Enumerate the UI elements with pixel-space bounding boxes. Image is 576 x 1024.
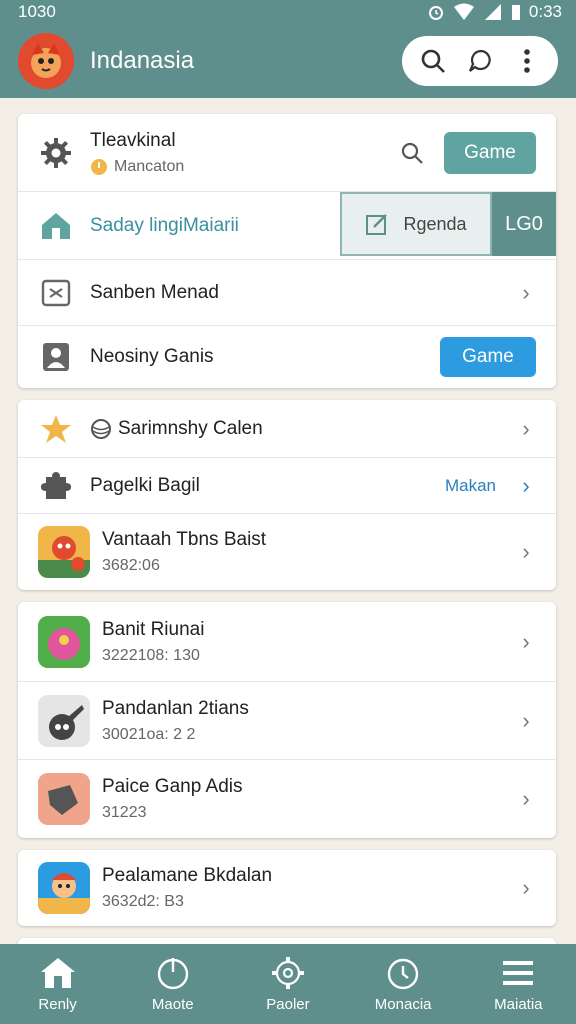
list-card-2: Sarimnshy Calen › Pagelki Bagil Makan › … <box>18 400 556 590</box>
clock-icon <box>387 958 419 989</box>
globe-icon <box>90 418 112 440</box>
battery-icon <box>511 3 521 21</box>
agenda-tabs: Rgenda LG0 <box>340 192 556 256</box>
status-time-right: 0:33 <box>528 2 562 21</box>
power-icon <box>157 957 188 989</box>
chevron-right-icon: › <box>522 472 530 498</box>
menu-icon <box>503 960 534 985</box>
settings-subtitle: Mancaton <box>114 157 185 175</box>
game-button[interactable]: Game <box>444 131 536 174</box>
item-sub: 3222108: 130 <box>102 646 200 664</box>
nav-label: Paoler <box>266 995 310 1013</box>
app-title: Vantaah Tbns Baist <box>102 529 267 550</box>
list-item[interactable]: Banit Riunai 3222108: 130 › <box>18 602 556 682</box>
nav-label: Monacia <box>374 995 432 1013</box>
item-title: Paice Ganp Adis <box>102 776 243 797</box>
puzzle-icon <box>38 468 74 504</box>
item-title: Pandanlan 2tians <box>102 697 249 719</box>
list-item[interactable]: Pealamane Bkdalan 3632d2: B3 › <box>18 850 556 926</box>
item-sub: 30021oa: 2 2 <box>102 725 196 743</box>
edit-icon <box>365 212 389 236</box>
settings-title: Tleavkinal <box>90 129 176 151</box>
alarm-icon <box>427 3 445 21</box>
favorites-label: Sarimnshy Calen <box>118 417 263 439</box>
nav-settings[interactable]: Paoler <box>238 956 338 1013</box>
tab-agenda[interactable]: Rgenda <box>340 192 492 256</box>
signal-icon <box>483 3 503 21</box>
star-icon <box>38 411 74 447</box>
favorites-row[interactable]: Sarimnshy Calen › <box>18 400 556 458</box>
settings-row[interactable]: Tleavkinal Mancaton Game <box>18 114 556 192</box>
app-thumbnail <box>38 773 90 825</box>
search-icon[interactable] <box>417 45 449 77</box>
settings-card: Tleavkinal Mancaton Game Saday lingiMaia… <box>18 114 556 388</box>
list-card-4: Pealamane Bkdalan 3632d2: B3 › <box>18 850 556 926</box>
chevron-right-icon: › <box>522 875 530 900</box>
wifi-icon <box>453 3 475 21</box>
list-item[interactable]: Paice Ganp Adis 31223 › <box>18 760 556 838</box>
item-sub: 31223 <box>102 804 147 821</box>
extensions-label: Pagelki Bagil <box>90 474 200 496</box>
home-icon <box>38 208 74 244</box>
chevron-right-icon: › <box>522 279 530 305</box>
menu-label: Sanben Menad <box>90 281 219 303</box>
nav-label: Maiatia <box>494 995 543 1013</box>
gear-icon <box>38 135 74 171</box>
chevron-right-icon: › <box>522 786 530 811</box>
nav-home[interactable]: Renly <box>8 956 108 1013</box>
list-item[interactable]: Pandanlan 2tians 30021oa: 2 2 › <box>18 682 556 760</box>
chevron-right-icon: › <box>522 707 530 733</box>
content: Tleavkinal Mancaton Game Saday lingiMaia… <box>0 98 576 944</box>
home-icon <box>40 957 75 988</box>
extensions-row[interactable]: Pagelki Bagil Makan › <box>18 458 556 514</box>
app-thumbnail <box>38 694 90 747</box>
user-icon <box>38 339 74 375</box>
status-time-left: 1030 <box>18 2 56 21</box>
profile-row[interactable]: Neosiny Ganis Game <box>18 326 556 388</box>
app-thumbnail <box>38 615 90 668</box>
search-icon[interactable] <box>400 141 424 165</box>
list-card-3: Banit Riunai 3222108: 130 › Pandanlan 2t… <box>18 602 556 838</box>
nav-label: Maote <box>151 995 194 1013</box>
app-sub: 3682:06 <box>102 557 160 574</box>
nav-power[interactable]: Maote <box>123 956 223 1013</box>
nav-history[interactable]: Monacia <box>353 956 453 1013</box>
nav-menu[interactable]: Maiatia <box>468 956 568 1013</box>
status-bar: 1030 0:33 <box>0 0 576 24</box>
item-title: Pealamane Bkdalan <box>102 865 273 886</box>
item-title: Banit Riunai <box>102 618 205 640</box>
profile-label: Neosiny Ganis <box>90 346 214 367</box>
grid-icon <box>38 275 74 311</box>
app-bar: Indanasia <box>0 24 576 98</box>
gear-icon <box>271 956 304 989</box>
app-actions <box>402 36 558 86</box>
chat-icon[interactable] <box>464 45 496 77</box>
game-button-blue[interactable]: Game <box>440 337 536 377</box>
bottom-nav: Renly Maote Paoler Monacia Maiatia <box>0 944 576 1024</box>
tab-other[interactable]: LG0 <box>492 192 556 256</box>
status-icons: 0:33 <box>427 2 562 22</box>
chevron-right-icon: › <box>522 539 530 564</box>
app-logo <box>18 33 74 89</box>
more-vert-icon[interactable] <box>511 45 543 77</box>
app-row[interactable]: Vantaah Tbns Baist 3682:06 › <box>18 514 556 590</box>
makan-link[interactable]: Makan <box>445 476 496 496</box>
app-thumbnail <box>38 526 90 578</box>
item-sub: 3632d2: B3 <box>102 893 184 910</box>
agenda-row[interactable]: Saday lingiMaiarii Rgenda LG0 <box>18 192 556 260</box>
app-thumbnail <box>38 862 90 914</box>
chevron-right-icon: › <box>522 628 530 654</box>
chevron-right-icon: › <box>522 415 530 441</box>
app-title: Indanasia <box>90 47 195 74</box>
badge-icon <box>90 158 108 176</box>
menu-row[interactable]: Sanben Menad › <box>18 260 556 326</box>
nav-label: Renly <box>38 995 77 1013</box>
